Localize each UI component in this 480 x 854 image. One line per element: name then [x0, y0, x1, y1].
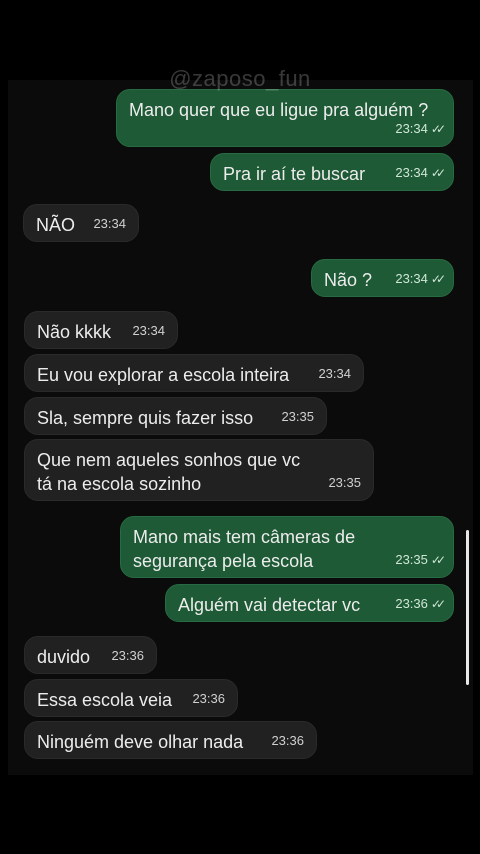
message-meta: 23:35 ✓✓ [395, 548, 446, 572]
message-text: Não ? [324, 270, 373, 290]
message-time: 23:36 [111, 648, 144, 663]
message-time: 23:34 [318, 366, 351, 381]
message-time: 23:35 [281, 409, 314, 424]
message-time: 23:34 [395, 271, 428, 286]
message-time: 23:35 [328, 475, 361, 490]
message-time: 23:36 [192, 691, 225, 706]
message-bubble-incoming[interactable]: Não kkkk 23:34 [24, 311, 178, 349]
message-time: 23:36 [271, 733, 304, 748]
message-text: Mano mais tem câmeras de segurança pela … [133, 527, 356, 571]
message-bubble-incoming[interactable]: Essa escola veia 23:36 [24, 679, 238, 717]
message-text: Ninguém deve olhar nada [37, 732, 244, 752]
message-time: 23:34 [395, 165, 428, 180]
message-text: duvido [37, 647, 91, 667]
message-bubble-outgoing[interactable]: Mano quer que eu ligue pra alguém ? 23:3… [116, 89, 454, 147]
screen: @zaposo_fun Mano quer que eu ligue pra a… [0, 0, 480, 854]
message-bubble-outgoing[interactable]: Pra ir aí te buscar 23:34 ✓✓ [210, 153, 454, 191]
message-bubble-incoming[interactable]: Eu vou explorar a escola inteira 23:34 [24, 354, 364, 392]
message-text: Essa escola veia [37, 690, 173, 710]
message-bubble-outgoing[interactable]: Mano mais tem câmeras de segurança pela … [120, 516, 454, 578]
double-check-icon: ✓✓ [430, 272, 446, 286]
double-check-icon: ✓✓ [430, 166, 446, 180]
double-check-icon: ✓✓ [430, 553, 446, 567]
message-text: Não kkkk [37, 322, 112, 342]
message-time: 23:34 [395, 121, 428, 136]
message-time: 23:34 [93, 216, 126, 231]
message-text: Mano quer que eu ligue pra alguém ? [129, 100, 429, 120]
double-check-icon: ✓✓ [430, 122, 446, 136]
message-time: 23:34 [132, 323, 165, 338]
watermark: @zaposo_fun [169, 66, 311, 91]
message-time: 23:35 [395, 552, 428, 567]
message-text: Pra ir aí te buscar [223, 164, 366, 184]
double-check-icon: ✓✓ [430, 597, 446, 611]
message-meta: 23:34 ✓✓ [395, 267, 446, 291]
message-meta: 23:34 ✓✓ [395, 117, 446, 141]
chat-area[interactable]: Mano quer que eu ligue pra alguém ? 23:3… [8, 80, 473, 775]
message-bubble-incoming[interactable]: NÃO 23:34 [23, 204, 139, 242]
message-text: Sla, sempre quis fazer isso [37, 408, 254, 428]
message-text: Que nem aqueles sonhos que vc tá na esco… [37, 450, 301, 494]
message-meta: 23:36 ✓✓ [395, 592, 446, 616]
message-bubble-incoming[interactable]: duvido 23:36 [24, 636, 157, 674]
message-text: Eu vou explorar a escola inteira [37, 365, 290, 385]
message-meta: 23:34 ✓✓ [395, 161, 446, 185]
message-bubble-incoming[interactable]: Que nem aqueles sonhos que vc tá na esco… [24, 439, 374, 501]
message-text: NÃO [36, 215, 76, 235]
message-bubble-outgoing[interactable]: Não ? 23:34 ✓✓ [311, 259, 454, 297]
message-time: 23:36 [395, 596, 428, 611]
message-bubble-outgoing[interactable]: Alguém vai detectar vc 23:36 ✓✓ [165, 584, 454, 622]
message-text: Alguém vai detectar vc [178, 595, 361, 615]
message-bubble-incoming[interactable]: Ninguém deve olhar nada 23:36 [24, 721, 317, 759]
scrollbar[interactable] [466, 530, 469, 685]
message-bubble-incoming[interactable]: Sla, sempre quis fazer isso 23:35 [24, 397, 327, 435]
